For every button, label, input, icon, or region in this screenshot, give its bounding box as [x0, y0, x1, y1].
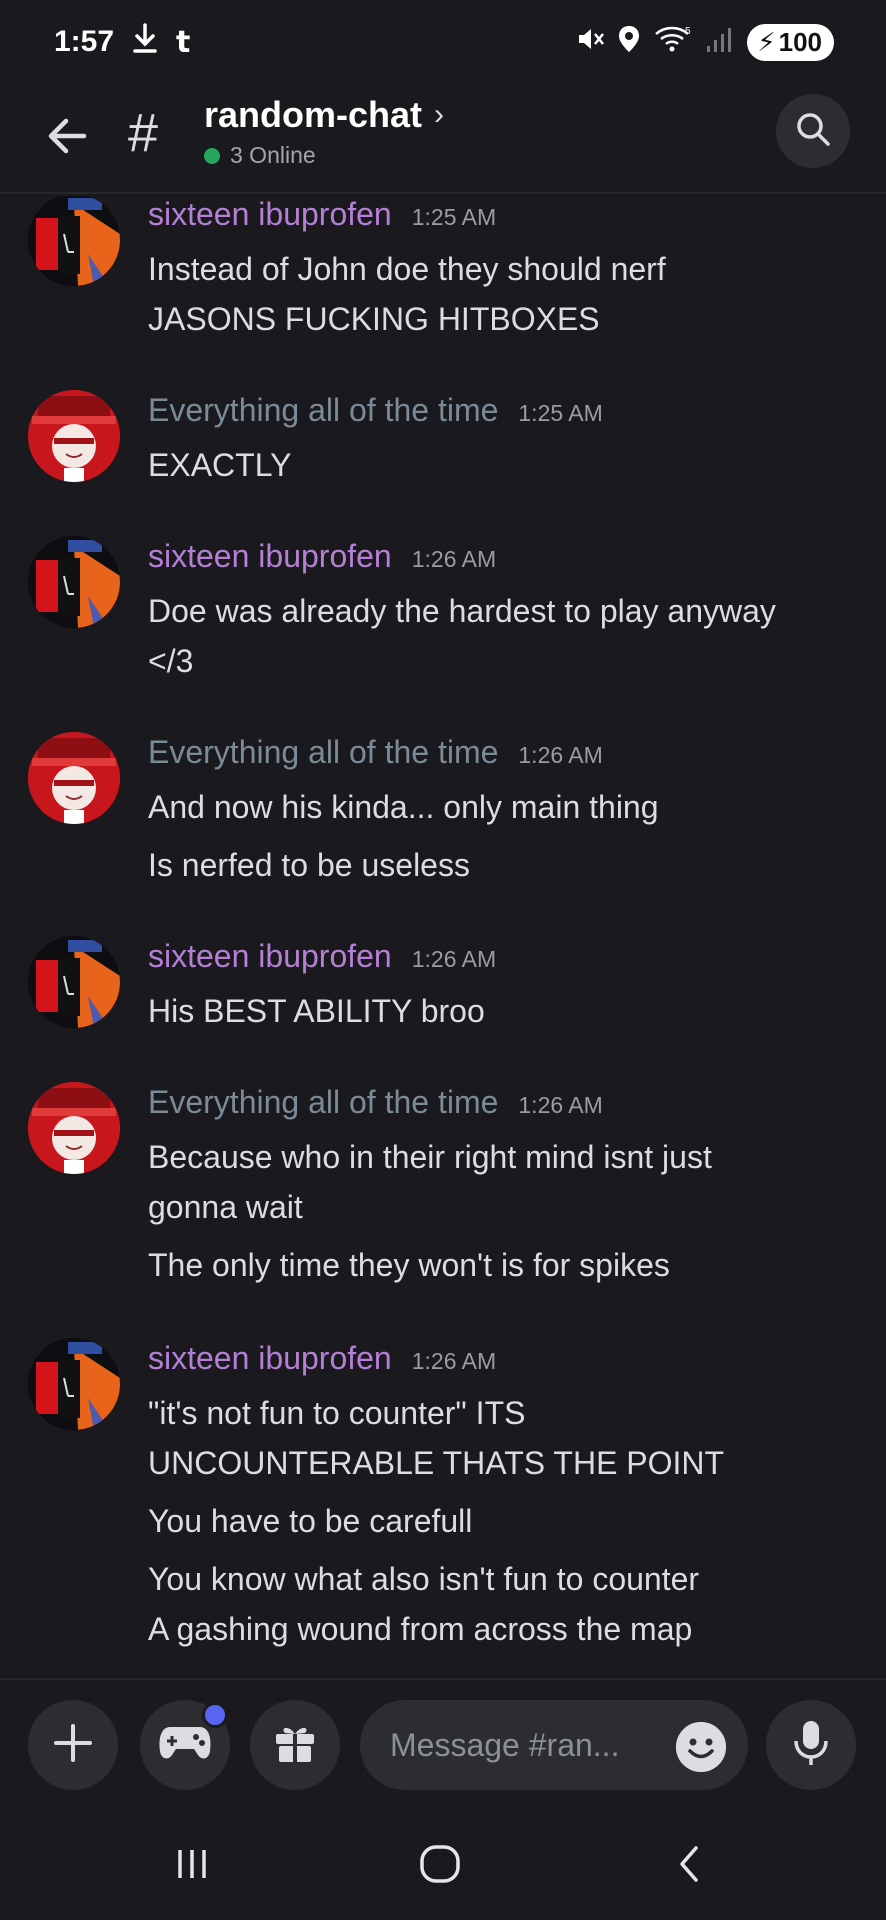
voice-message-button[interactable] — [766, 1700, 856, 1790]
message-author[interactable]: sixteen ibuprofen — [148, 196, 392, 233]
battery-level: 100 — [778, 26, 822, 57]
message-timestamp: 1:26 AM — [411, 946, 497, 972]
online-dot — [204, 147, 220, 164]
wifi-icon: 5 — [653, 24, 693, 61]
avatar[interactable] — [28, 1082, 120, 1174]
online-count: 3 Online — [230, 142, 316, 168]
avatar[interactable] — [28, 196, 120, 286]
message-timestamp: 1:26 AM — [411, 1348, 497, 1374]
avatar[interactable] — [28, 732, 120, 824]
message-timestamp: 1:25 AM — [411, 204, 497, 230]
gift-button[interactable] — [250, 1700, 340, 1790]
message-author[interactable]: Everything all of the time — [148, 1084, 498, 1121]
message-text: UNCOUNTERABLE THATS THE POINT — [148, 1445, 725, 1481]
status-time: 1:57 — [54, 25, 115, 58]
signal-icon — [705, 24, 735, 61]
gift-icon — [272, 1720, 318, 1771]
message-text: You have to be carefull — [148, 1503, 473, 1539]
message-timestamp: 1:25 AM — [518, 400, 603, 426]
message-text: You know what also isn't fun to counter — [148, 1561, 700, 1597]
hashtag-icon: # — [128, 103, 159, 163]
message-text: Because who in their right mind isnt jus… — [148, 1139, 712, 1175]
message-text: A gashing wound from across the map — [148, 1611, 693, 1647]
avatar[interactable] — [28, 536, 120, 628]
message-text: His BEST ABILITY broo — [148, 993, 485, 1029]
avatar[interactable] — [28, 936, 120, 1028]
message-input-placeholder: Message #ran... — [390, 1726, 620, 1763]
message-text: Doe was already the hardest to play anyw… — [148, 593, 776, 629]
message-text: Instead of John doe they should nerf — [148, 251, 666, 287]
emoji-button[interactable] — [676, 1722, 726, 1772]
recent-apps-button[interactable] — [172, 1844, 212, 1889]
plus-icon — [50, 1720, 96, 1771]
download-icon — [132, 23, 158, 61]
search-icon — [793, 109, 833, 154]
message-composer: Message #ran... — [0, 1678, 886, 1808]
add-attachment-button[interactable] — [28, 1700, 118, 1790]
message-author[interactable]: Everything all of the time — [148, 734, 498, 771]
message-timestamp: 1:26 AM — [411, 546, 497, 572]
message-author[interactable]: sixteen ibuprofen — [148, 1340, 392, 1377]
message-list[interactable]: sixteen ibuprofen 1:25 AM Instead of Joh… — [0, 196, 886, 1678]
system-navigation-bar — [0, 1808, 886, 1920]
message-timestamp: 1:26 AM — [518, 1092, 603, 1118]
channel-title-button[interactable]: random-chat › 3 Online — [204, 94, 444, 169]
system-back-button[interactable] — [670, 1844, 710, 1889]
avatar[interactable] — [28, 1338, 120, 1430]
message-text: JASONS FUCKING HITBOXES — [148, 301, 600, 337]
bolt-icon: ⚡ — [757, 26, 776, 57]
message-text: EXACTLY — [148, 447, 292, 483]
status-bar: 1:57 t 5 ⚡ 100 — [0, 0, 886, 84]
microphone-icon — [791, 1719, 831, 1772]
chevron-right-icon: › — [434, 98, 445, 131]
notification-dot — [202, 1702, 228, 1728]
avatar[interactable] — [28, 390, 120, 482]
message-author[interactable]: sixteen ibuprofen — [148, 938, 392, 975]
message-author[interactable]: sixteen ibuprofen — [148, 538, 392, 575]
message-text: The only time they won't is for spikes — [148, 1247, 670, 1283]
message-text: "it's not fun to counter" ITS — [148, 1395, 526, 1431]
channel-header: # random-chat › 3 Online — [0, 84, 886, 194]
gamepad-icon — [158, 1723, 212, 1768]
channel-name: random-chat — [204, 94, 423, 135]
location-icon — [617, 24, 641, 61]
smiley-icon — [676, 1722, 726, 1772]
message-text: </3 — [148, 643, 194, 679]
message-author[interactable]: Everything all of the time — [148, 392, 498, 429]
message-text: And now his kinda... only main thing — [148, 789, 659, 825]
search-button[interactable] — [776, 94, 850, 168]
battery-indicator: ⚡ 100 — [747, 23, 834, 61]
message-input[interactable]: Message #ran... — [360, 1700, 748, 1790]
tumblr-icon: t — [176, 24, 191, 60]
svg-text:5: 5 — [685, 26, 691, 37]
message-text: gonna wait — [148, 1189, 303, 1225]
home-button[interactable] — [418, 1844, 462, 1889]
message-text: Is nerfed to be useless — [148, 847, 470, 883]
message-timestamp: 1:26 AM — [518, 742, 603, 768]
mute-icon — [575, 24, 605, 61]
back-button[interactable] — [38, 106, 98, 166]
online-status: 3 Online — [204, 142, 444, 169]
